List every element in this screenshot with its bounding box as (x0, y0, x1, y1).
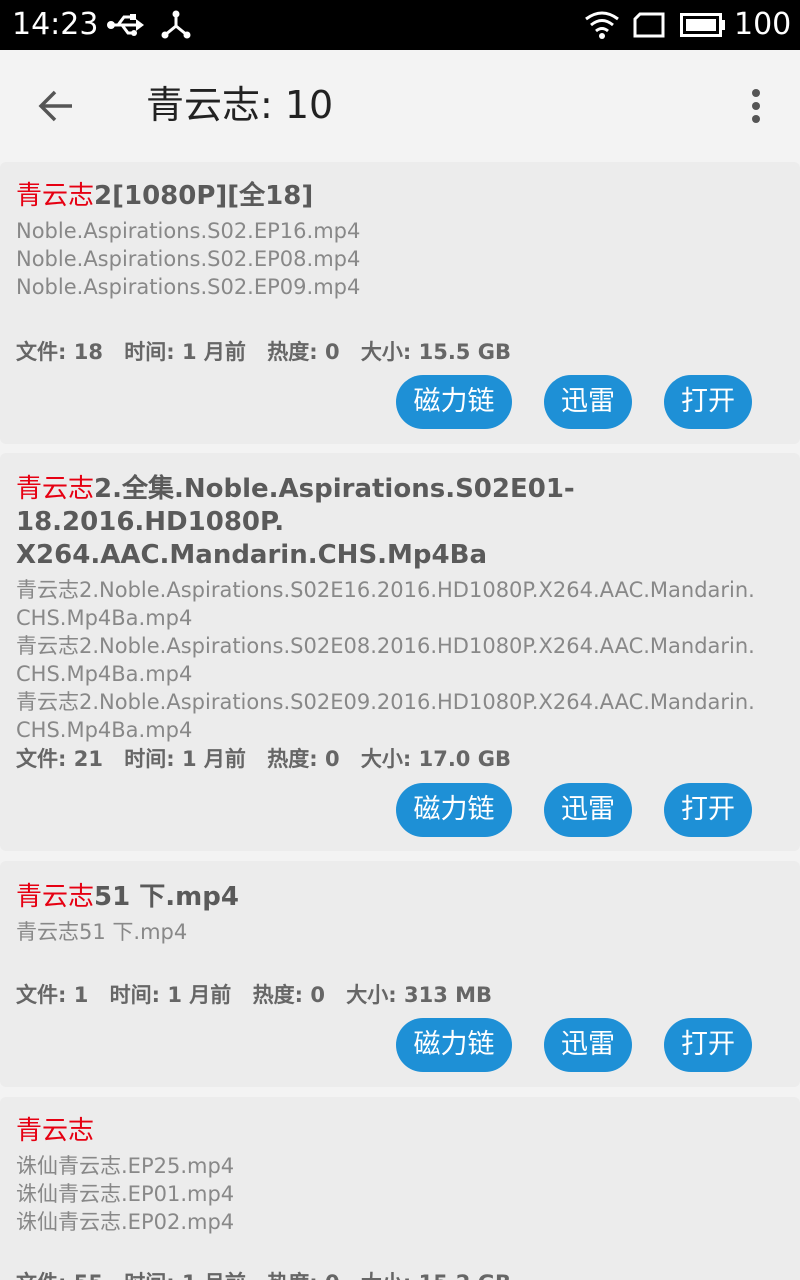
more-vert-icon (752, 89, 760, 123)
heat-info: 热度: 0 (252, 983, 325, 1007)
status-bar: 14:23 100 (0, 0, 800, 50)
result-card[interactable]: 青云志 诛仙青云志.EP25.mp4 诛仙青云志.EP01.mp4 诛仙青云志.… (0, 1097, 800, 1280)
result-card[interactable]: 青云志51 下.mp4 青云志51 下.mp4 文件: 1 时间: 1 月前 热… (0, 861, 800, 1087)
sim-icon (633, 12, 665, 38)
result-meta: 文件: 55 时间: 1 月前 热度: 0 大小: 15.2 GB (16, 1269, 525, 1280)
result-title: 青云志 (16, 1115, 784, 1148)
result-meta: 文件: 18 时间: 1 月前 热度: 0 大小: 15.5 GB (16, 338, 525, 366)
thunder-button[interactable]: 迅雷 (544, 783, 632, 837)
file-item: CHS.Mp4Ba.mp4 (16, 718, 193, 742)
heat-info: 热度: 0 (267, 340, 340, 364)
title-rest-line2: X264.AAC.Mandarin.CHS.Mp4Ba (16, 540, 487, 570)
time-info: 时间: 1 月前 (109, 983, 232, 1007)
open-button[interactable]: 打开 (664, 783, 752, 837)
battery-icon (680, 13, 725, 37)
file-item: 诛仙青云志.EP01.mp4 (16, 1182, 235, 1206)
time-info: 时间: 1 月前 (124, 747, 246, 771)
size-info: 大小: 313 MB (346, 983, 493, 1007)
magnet-link-button[interactable]: 磁力链 (396, 1018, 512, 1072)
result-meta: 文件: 1 时间: 1 月前 热度: 0 大小: 313 MB (16, 981, 506, 1009)
file-list: Noble.Aspirations.S02.EP16.mp4 Noble.Asp… (16, 217, 784, 301)
app-bar: 青云志: 10 (0, 50, 800, 160)
title-rest: 2[1080P][全18] (94, 181, 314, 211)
result-title: 青云志2[1080P][全18] (16, 180, 784, 213)
result-meta: 文件: 21 时间: 1 月前 热度: 0 大小: 17.0 GB (16, 745, 525, 773)
title-highlight: 青云志 (16, 474, 95, 504)
file-list: 诛仙青云志.EP25.mp4 诛仙青云志.EP01.mp4 诛仙青云志.EP02… (16, 1152, 784, 1236)
heat-info: 热度: 0 (267, 1271, 339, 1280)
title-rest: 2.全集.Noble.Aspirations.S02E01-18.2016.HD… (16, 474, 575, 537)
result-title: 青云志51 下.mp4 (16, 881, 784, 914)
file-item: 青云志2.Noble.Aspirations.S02E16.2016.HD108… (16, 578, 755, 602)
usb-icon (107, 14, 144, 36)
back-button[interactable] (24, 76, 88, 136)
file-item: 青云志2.Noble.Aspirations.S02E08.2016.HD108… (16, 634, 755, 658)
file-list: 青云志2.Noble.Aspirations.S02E16.2016.HD108… (16, 576, 784, 744)
time-info: 时间: 1 月前 (124, 340, 246, 364)
title-highlight: 青云志 (16, 1116, 95, 1146)
file-item: 青云志51 下.mp4 (16, 920, 188, 944)
status-time: 14:23 (12, 7, 99, 42)
file-count: 文件: 55 (16, 1271, 103, 1280)
open-button[interactable]: 打开 (664, 375, 752, 429)
file-item: 诛仙青云志.EP25.mp4 (16, 1154, 235, 1178)
arrow-left-icon (38, 90, 72, 122)
page-title: 青云志: 10 (146, 83, 334, 127)
size-info: 大小: 15.2 GB (361, 1271, 511, 1280)
size-info: 大小: 15.5 GB (360, 340, 511, 364)
time-info: 时间: 1 月前 (124, 1271, 246, 1280)
file-item: Noble.Aspirations.S02.EP08.mp4 (16, 247, 361, 271)
magnet-link-button[interactable]: 磁力链 (396, 783, 512, 837)
file-item: CHS.Mp4Ba.mp4 (16, 662, 193, 686)
magnet-link-button[interactable]: 磁力链 (396, 375, 512, 429)
wifi-icon (585, 11, 619, 39)
thunder-button[interactable]: 迅雷 (544, 375, 632, 429)
file-count: 文件: 18 (16, 340, 103, 364)
result-card[interactable]: 青云志2[1080P][全18] Noble.Aspirations.S02.E… (0, 162, 800, 444)
title-rest: 51 下.mp4 (94, 882, 239, 912)
battery-level: 100 (734, 7, 792, 42)
file-list: 青云志51 下.mp4 (16, 918, 784, 946)
share-icon (161, 10, 191, 39)
file-item: 青云志2.Noble.Aspirations.S02E09.2016.HD108… (16, 690, 755, 714)
open-button[interactable]: 打开 (664, 1018, 752, 1072)
result-title: 青云志2.全集.Noble.Aspirations.S02E01-18.2016… (16, 473, 784, 572)
file-item: CHS.Mp4Ba.mp4 (16, 606, 193, 630)
heat-info: 热度: 0 (267, 747, 340, 771)
title-highlight: 青云志 (16, 181, 95, 211)
title-highlight: 青云志 (16, 882, 95, 912)
result-card[interactable]: 青云志2.全集.Noble.Aspirations.S02E01-18.2016… (0, 453, 800, 851)
thunder-button[interactable]: 迅雷 (544, 1018, 632, 1072)
file-count: 文件: 21 (16, 747, 103, 771)
file-item: Noble.Aspirations.S02.EP09.mp4 (16, 275, 361, 299)
file-item: 诛仙青云志.EP02.mp4 (16, 1210, 235, 1234)
more-options-button[interactable] (736, 80, 776, 132)
size-info: 大小: 17.0 GB (360, 747, 511, 771)
file-item: Noble.Aspirations.S02.EP16.mp4 (16, 219, 361, 243)
file-count: 文件: 1 (16, 983, 89, 1007)
